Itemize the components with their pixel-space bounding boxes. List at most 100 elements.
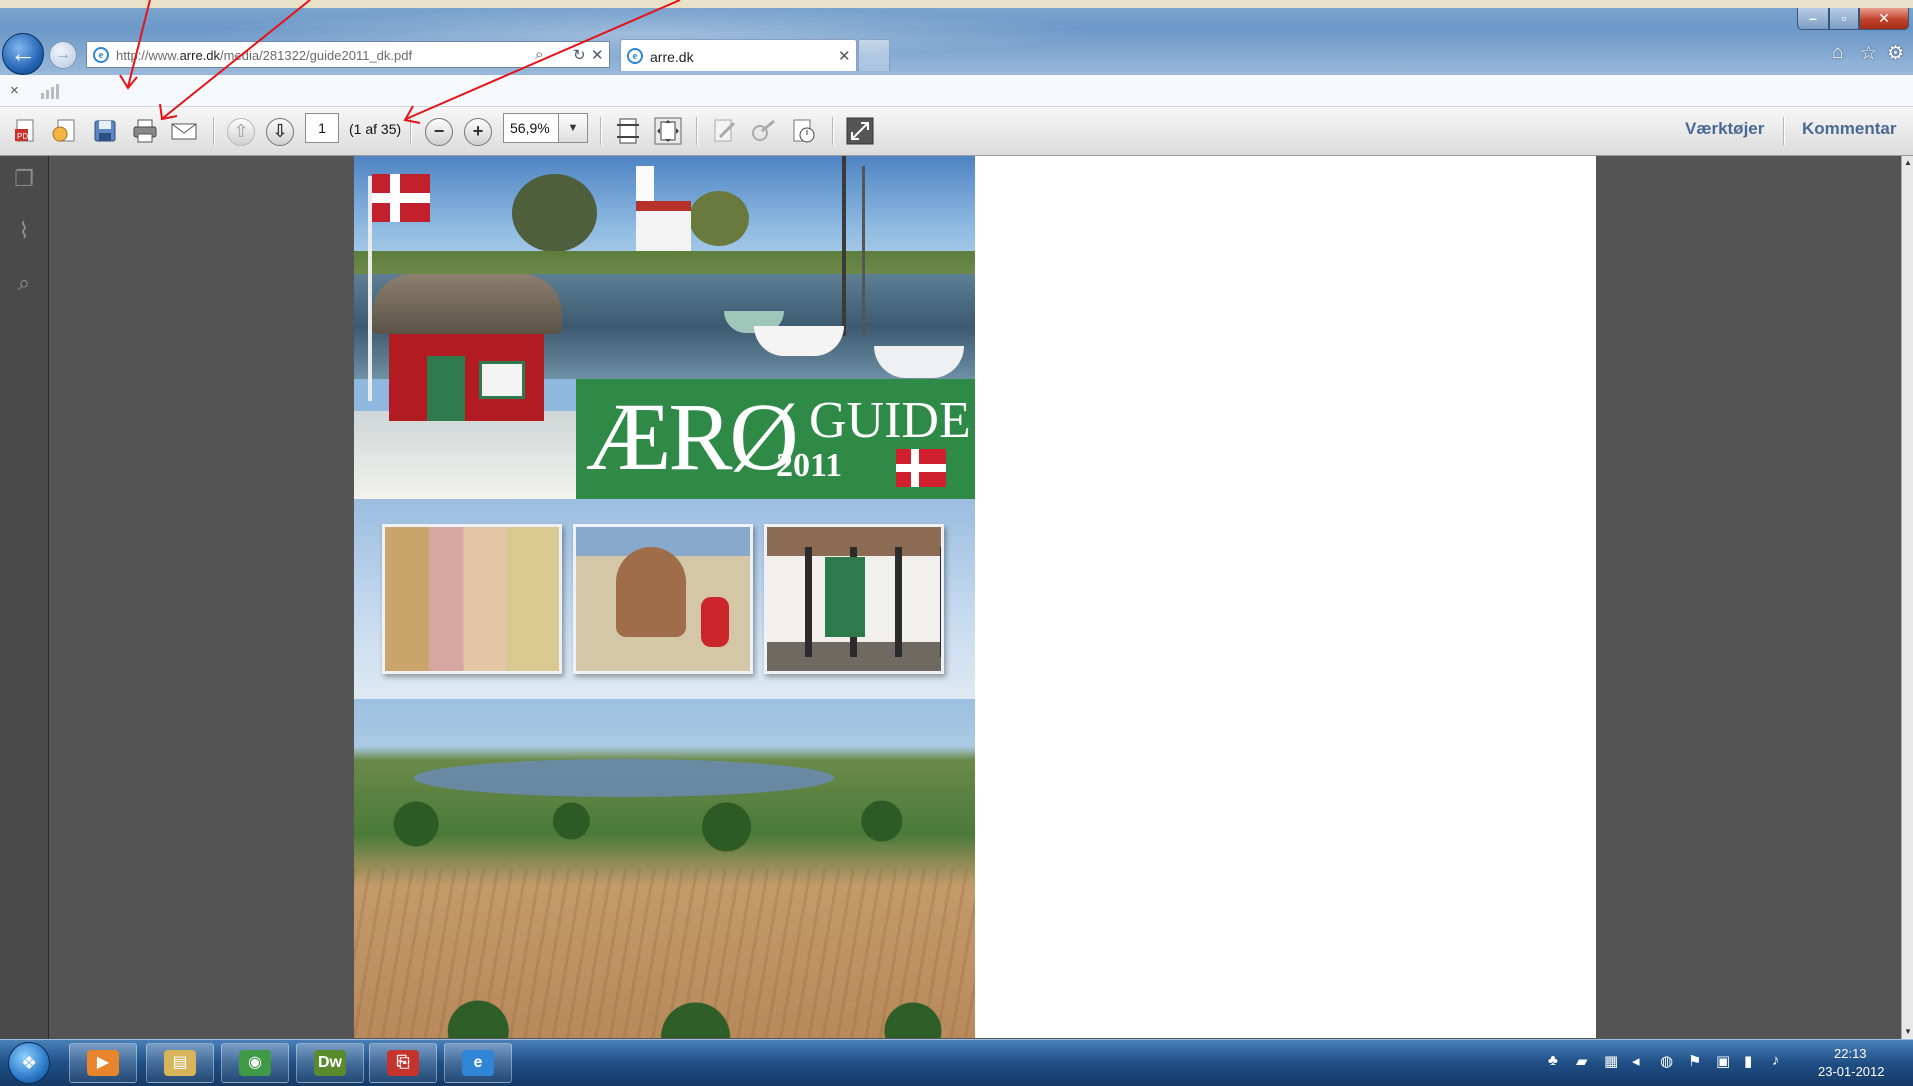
back-button[interactable]: ←: [2, 33, 44, 75]
cover-thatched-roof: [372, 274, 562, 334]
clock-time[interactable]: 22:13: [1834, 1046, 1867, 1061]
tray-icon[interactable]: ▮: [1744, 1052, 1752, 1070]
cover-photo-street: [382, 524, 562, 674]
sign-document-icon[interactable]: [710, 117, 738, 145]
cover-landscape: [354, 699, 975, 1038]
fill-sign-icon[interactable]: [750, 117, 778, 145]
minimize-button[interactable]: –: [1797, 8, 1829, 30]
url-domain: arre.dk: [179, 48, 221, 63]
find-binoculars-icon[interactable]: ⌕: [11, 270, 37, 296]
page-thumbnails-icon[interactable]: ❐: [11, 166, 37, 192]
comment-menu-link[interactable]: Kommentar: [1802, 119, 1896, 139]
close-bar-icon[interactable]: ×: [10, 82, 19, 99]
zoom-dropdown-button[interactable]: ▼: [559, 113, 588, 143]
search-icon[interactable]: ⌕: [535, 46, 543, 63]
ie-page-icon: e: [93, 47, 109, 63]
page-count-label: (1 af 35): [349, 121, 402, 137]
cover-church-body: [636, 201, 691, 256]
pdf-toolbar: PDF ⇧ ⇩ − +: [0, 107, 1913, 156]
scroll-down-arrow-icon[interactable]: ▼: [1904, 1027, 1912, 1036]
fit-page-icon[interactable]: [654, 117, 682, 145]
cover-tree: [512, 174, 597, 252]
tray-icon[interactable]: ♪: [1772, 1052, 1780, 1069]
tab-close-icon[interactable]: ✕: [838, 47, 851, 65]
page-number-input[interactable]: 1: [305, 113, 339, 143]
taskbar-app-icon: ◉: [239, 1050, 271, 1076]
cover-lake: [414, 759, 834, 797]
taskbar-app-0[interactable]: ▶: [69, 1043, 137, 1083]
cover-cottage-door: [427, 356, 465, 421]
cover-tree: [689, 191, 749, 246]
taskbar-app-icon: ▶: [87, 1050, 119, 1076]
tray-icon[interactable]: ⚑: [1688, 1052, 1701, 1070]
taskbar-app-icon: e: [462, 1050, 494, 1076]
tools-gear-icon[interactable]: ⚙: [1887, 42, 1904, 65]
tray-icon[interactable]: ▰: [1576, 1052, 1588, 1070]
print-icon[interactable]: [131, 117, 159, 145]
scroll-up-arrow-icon[interactable]: ▲: [1904, 158, 1912, 167]
tray-icon[interactable]: ♣: [1548, 1052, 1558, 1069]
new-tab-button[interactable]: [858, 39, 890, 71]
scrolling-mode-icon[interactable]: [614, 117, 642, 145]
stopwatch-icon[interactable]: [789, 117, 817, 145]
cover-foreground: [354, 411, 594, 501]
taskbar-app-2[interactable]: ◉: [221, 1043, 289, 1083]
maximize-button[interactable]: ▫: [1829, 8, 1859, 30]
toolbar-separator: [832, 117, 834, 145]
danish-flag-icon: [896, 449, 946, 487]
edit-document-icon[interactable]: [51, 117, 79, 145]
tab-ie-icon: e: [627, 48, 643, 64]
home-icon[interactable]: ⌂: [1832, 42, 1843, 64]
tray-icon[interactable]: ◍: [1660, 1052, 1673, 1070]
forward-button[interactable]: →: [49, 41, 77, 69]
fullscreen-icon[interactable]: [846, 117, 874, 145]
toolbar-separator: [1783, 117, 1785, 145]
tray-icon[interactable]: ◂: [1632, 1052, 1640, 1070]
toolbar-separator: [696, 117, 698, 145]
taskbar-app-icon: Dw: [314, 1050, 346, 1076]
zoom-in-button[interactable]: +: [464, 118, 492, 146]
toolbar-separator: [600, 117, 602, 145]
url-prefix: http://www.: [116, 48, 180, 63]
close-window-button[interactable]: ✕: [1859, 8, 1909, 30]
url-path: /media/281322/guide2011_dk.pdf: [220, 48, 413, 63]
taskbar-app-icon: ⎘: [387, 1050, 419, 1076]
address-bar[interactable]: e http://www.arre.dk/media/281322/guide2…: [86, 41, 610, 68]
zoom-level-input[interactable]: 56,9%: [503, 113, 559, 143]
taskbar-app-3[interactable]: Dw: [296, 1043, 364, 1083]
tray-icon[interactable]: ▦: [1604, 1052, 1618, 1070]
clock-date[interactable]: 23-01-2012: [1818, 1064, 1885, 1079]
taskbar-app-1[interactable]: ▤: [146, 1043, 214, 1083]
toolbar-separator: [213, 117, 215, 145]
cover-title-panel: ÆRØ GUIDE 2011: [576, 379, 975, 499]
address-url[interactable]: http://www.arre.dk/media/281322/guide201…: [116, 48, 412, 63]
refresh-icon[interactable]: ↻: [573, 46, 586, 64]
taskbar-app-5[interactable]: e: [444, 1043, 512, 1083]
tab-arre-dk[interactable]: e arre.dk ✕: [620, 39, 857, 71]
next-page-button[interactable]: ⇩: [266, 118, 294, 146]
cover-photo-house: [764, 524, 944, 674]
cover-subtitle: GUIDE: [809, 392, 971, 449]
create-pdf-icon[interactable]: PDF: [12, 117, 40, 145]
cover-treeline: [354, 794, 975, 854]
start-button[interactable]: ❖: [8, 1042, 50, 1084]
svg-text:PDF: PDF: [17, 132, 33, 141]
cover-photo-beach: [573, 524, 753, 674]
attachments-paperclip-icon[interactable]: ⌇: [11, 218, 37, 244]
tools-menu-link[interactable]: Værktøjer: [1685, 119, 1764, 139]
cover-cottage-window: [479, 361, 525, 399]
email-icon[interactable]: [170, 117, 198, 145]
previous-page-button[interactable]: ⇧: [227, 118, 255, 146]
taskbar-app-4[interactable]: ⎘: [369, 1043, 437, 1083]
windows-taskbar: ❖ ▶ ▤ ◉ Dw ⎘ e ♣ ▰ ▦ ◂ ◍ ⚑ ▣ ▮ ♪ 22:13 23-01-2012: [0, 1039, 1913, 1086]
tray-icon[interactable]: ▣: [1716, 1052, 1730, 1070]
save-icon[interactable]: [91, 117, 119, 145]
cover-boat-mast: [842, 156, 846, 336]
zoom-out-button[interactable]: −: [425, 118, 453, 146]
cover-boat-mast: [862, 166, 865, 336]
taskbar-app-icon: ▤: [164, 1050, 196, 1076]
command-bar: ×: [0, 75, 1913, 107]
stop-icon[interactable]: ✕: [591, 46, 604, 64]
vertical-scrollbar[interactable]: [1901, 156, 1913, 1039]
favorites-icon[interactable]: ☆: [1860, 42, 1877, 65]
